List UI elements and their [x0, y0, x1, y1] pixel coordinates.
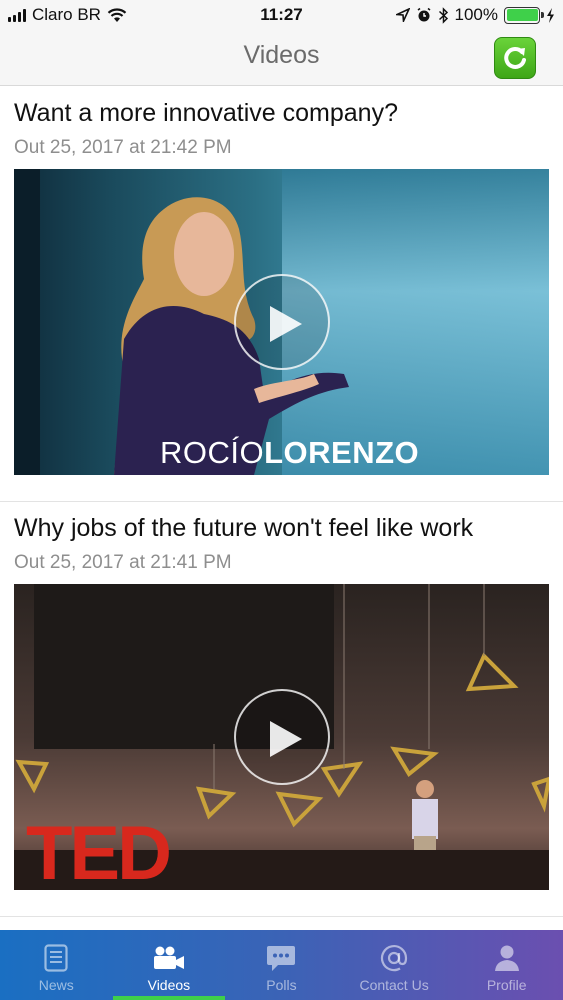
battery-icon: [504, 6, 544, 24]
chat-bubble-icon: [267, 946, 296, 971]
tab-videos[interactable]: Videos: [112, 930, 226, 1000]
alarm-clock-icon: [417, 7, 430, 22]
speaker-name-overlay: ROCÍOLORENZO: [160, 435, 419, 471]
location-arrow-icon: [395, 8, 410, 22]
video-date: Out 25, 2017 at 21:42 PM: [14, 137, 232, 158]
navigation-bar: Videos: [0, 30, 563, 86]
refresh-icon: [504, 46, 526, 69]
ted-logo: TED: [26, 811, 172, 890]
tab-label: News: [38, 977, 74, 993]
battery-percent: 100%: [454, 5, 498, 24]
tab-contact-us[interactable]: Contact Us: [338, 930, 451, 1000]
person-icon: [494, 945, 519, 971]
news-icon: [44, 944, 68, 972]
refresh-button[interactable]: [494, 37, 536, 79]
tab-label: Videos: [147, 977, 191, 993]
play-icon: [269, 306, 302, 342]
tab-label: Polls: [266, 977, 297, 993]
play-button[interactable]: [233, 274, 330, 370]
video-card[interactable]: Want a more innovative company? Out 25, …: [0, 87, 563, 502]
speaker-last-name: LORENZO: [264, 435, 420, 470]
charging-bolt-icon: [547, 7, 554, 23]
tab-polls[interactable]: Polls: [225, 930, 338, 1000]
video-thumbnail[interactable]: TED: [14, 584, 549, 890]
play-button[interactable]: [233, 689, 330, 785]
status-bar: Claro BR 11:27 100%: [0, 0, 563, 30]
at-sign-icon: [380, 945, 408, 972]
tab-label: Contact Us: [359, 977, 429, 993]
page-title: Videos: [243, 41, 320, 69]
video-date: Out 25, 2017 at 21:41 PM: [14, 552, 232, 573]
tab-label: Profile: [486, 977, 527, 993]
tab-bar: News Videos Polls Contact Us Profile: [0, 930, 563, 1000]
tab-profile[interactable]: Profile: [450, 930, 563, 1000]
status-right: 100%: [395, 5, 555, 25]
video-title[interactable]: Want a more innovative company?: [14, 87, 549, 131]
tab-news[interactable]: News: [0, 930, 113, 1000]
video-feed[interactable]: Want a more innovative company? Out 25, …: [0, 87, 563, 930]
video-camera-icon: [153, 946, 184, 969]
video-thumbnail[interactable]: ROCÍOLORENZO: [14, 169, 549, 475]
speaker-first-name: ROCÍO: [160, 435, 265, 470]
video-card[interactable]: Why jobs of the future won't feel like w…: [0, 502, 563, 917]
battery-fill: [506, 9, 538, 21]
bluetooth-icon: [438, 6, 448, 24]
play-icon: [269, 721, 302, 757]
video-title[interactable]: Why jobs of the future won't feel like w…: [14, 502, 549, 546]
